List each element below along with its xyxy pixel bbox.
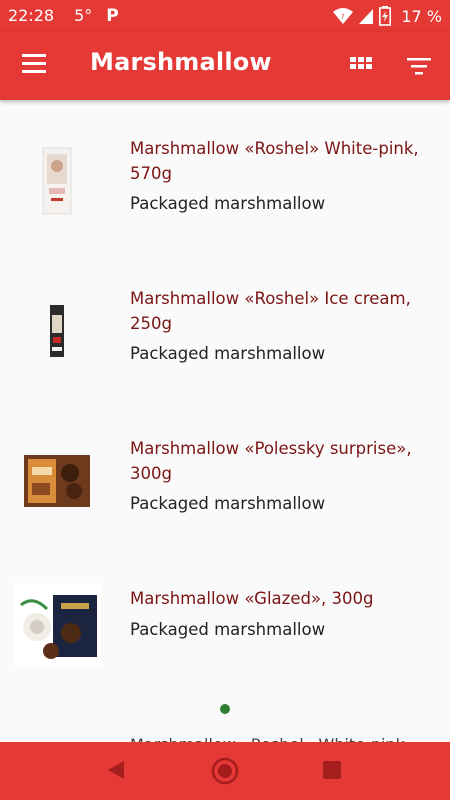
page-indicator-dot [220, 704, 230, 714]
sort-filter-icon[interactable] [405, 54, 433, 78]
product-title: Marshmallow «Glazed», 300g [130, 589, 374, 608]
page-title: Marshmallow [90, 48, 272, 76]
product-category: Packaged marshmallow [130, 620, 326, 639]
product-image [12, 582, 102, 668]
app-bar: Marshmallow [0, 32, 450, 100]
product-list-item[interactable]: Marshmallow «Roshel» White-pink, 570g Pa… [0, 136, 450, 276]
product-category: Packaged marshmallow [130, 344, 326, 363]
status-bar: 22:28 5° P ? 17 % [0, 0, 450, 32]
wifi-icon: ? [333, 8, 354, 24]
svg-text:?: ? [341, 13, 345, 21]
status-time: 22:28 [8, 6, 55, 25]
product-category: Packaged marshmallow [130, 194, 326, 213]
grid-view-icon[interactable] [349, 54, 373, 78]
home-icon[interactable] [210, 756, 240, 786]
battery-percentage: 17 % [401, 6, 442, 26]
product-title: Marshmallow «Roshel» Ice cream, 250g [130, 289, 411, 333]
product-category: Packaged marshmallow [130, 494, 326, 513]
parking-icon: P [106, 5, 119, 26]
product-image [12, 286, 102, 376]
hamburger-menu-icon[interactable] [22, 54, 48, 76]
navigation-bar [0, 742, 450, 800]
back-icon[interactable] [104, 758, 128, 782]
product-image [12, 436, 102, 526]
product-title: Marshmallow «Roshel» White-pink, 570g [130, 139, 419, 183]
cell-signal-icon [359, 9, 374, 24]
recents-icon[interactable] [322, 760, 342, 780]
product-image [12, 136, 102, 226]
product-title: Marshmallow «Polessky surprise», 300g [130, 439, 412, 483]
status-temperature: 5° [74, 6, 93, 25]
product-list-item[interactable]: Marshmallow «Roshel» Ice cream, 250g Pac… [0, 286, 450, 426]
screen: 22:28 5° P ? 17 % Marshmallow Marshmallo… [0, 0, 450, 800]
product-list-item[interactable]: Marshmallow «Polessky surprise», 300g Pa… [0, 436, 450, 576]
battery-icon [379, 6, 392, 26]
